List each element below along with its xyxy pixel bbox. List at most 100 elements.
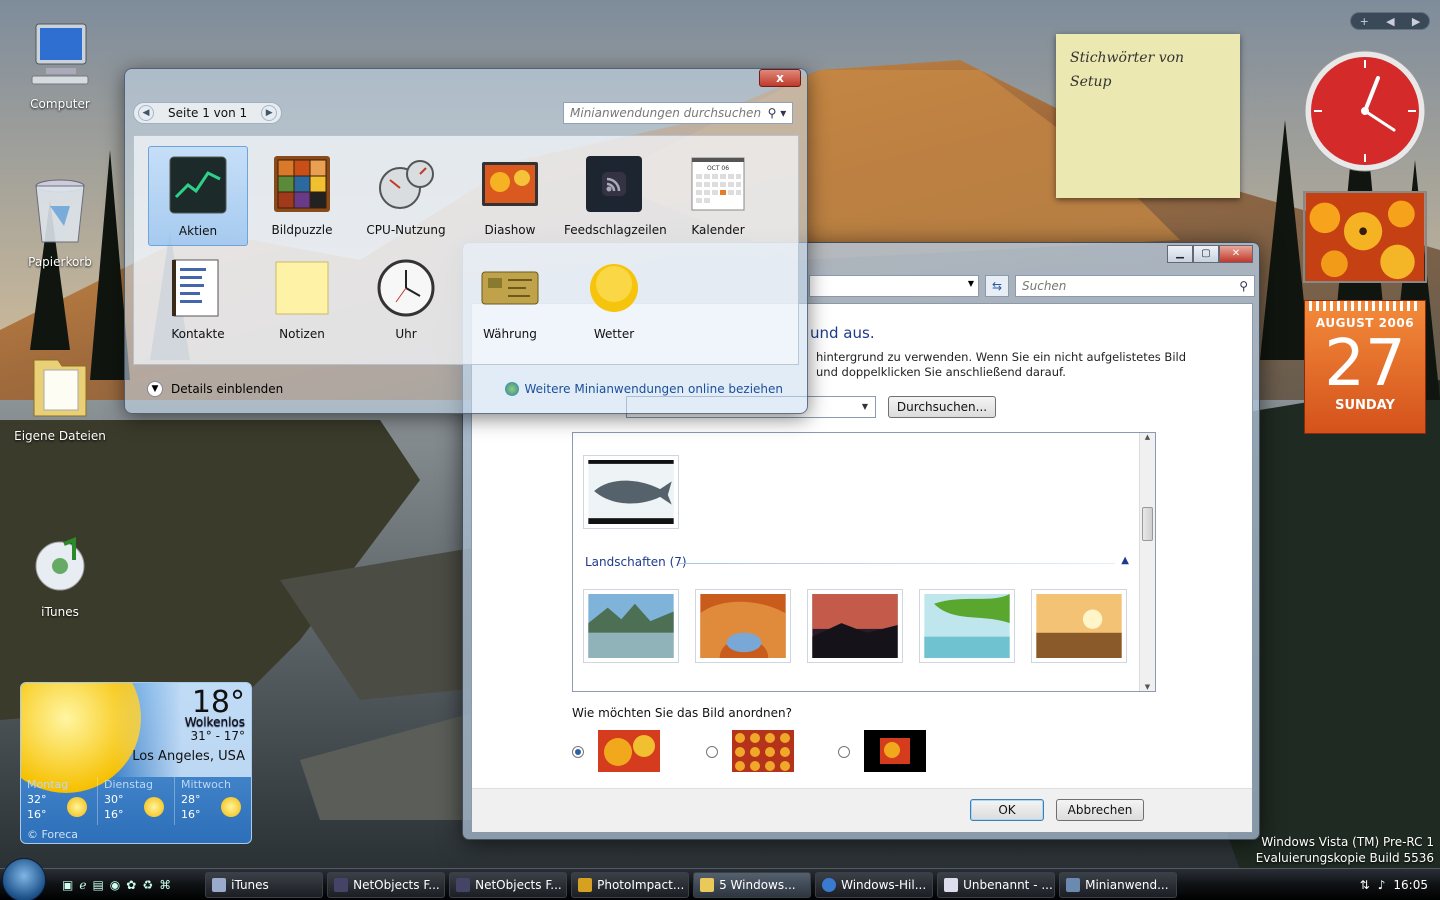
gadget-label: Währung — [483, 327, 537, 341]
netobjects-icon — [456, 877, 471, 892]
picture-puzzle-icon — [274, 156, 330, 212]
taskbar-button-netobjects-2[interactable]: NetObjects F... — [449, 871, 568, 898]
switch-windows-icon[interactable]: ▤ — [92, 878, 103, 892]
taskbar-button-netobjects-1[interactable]: NetObjects F... — [327, 871, 446, 898]
desktop-icon-label: Papierkorb — [28, 255, 92, 269]
ok-button[interactable]: OK — [970, 799, 1044, 821]
forecast-day: Montag 32° 16° — [21, 777, 98, 825]
weather-gadget[interactable]: 18° Wolkenlos 31° - 17° Los Angeles, USA… — [20, 682, 252, 844]
arrange-center-radio[interactable] — [838, 746, 850, 758]
folder-icon — [700, 877, 715, 892]
taskbar-button-photoimpact[interactable]: PhotoImpact... — [571, 871, 690, 898]
gadget-stocks[interactable]: Aktien — [148, 146, 248, 246]
globe-icon — [504, 382, 519, 396]
wallpaper-tile[interactable] — [695, 589, 791, 663]
browse-button[interactable]: Durchsuchen... — [888, 396, 996, 418]
wallpaper-list[interactable]: Landschaften (7) ▲ ▲ ▼ — [572, 432, 1156, 692]
taskbar-button-label: iTunes — [231, 877, 269, 892]
wallpaper-tile[interactable] — [1031, 589, 1127, 663]
chevron-up-icon[interactable]: ▲ — [1121, 555, 1129, 566]
network-icon[interactable]: ⌘ — [159, 878, 171, 892]
online-gadgets-link[interactable]: Weitere Minianwendungen online beziehen — [504, 382, 800, 396]
help-icon — [822, 877, 837, 892]
gadget-weather[interactable]: Wetter — [564, 250, 664, 350]
chevron-right-icon[interactable]: ▶ — [261, 105, 278, 121]
calendar-icon: OCT 06 — [691, 157, 745, 211]
clock-text[interactable]: 16:05 — [1393, 878, 1428, 892]
taskbar-button-itunes[interactable]: iTunes — [205, 871, 324, 898]
gadget-notes[interactable]: Notizen — [252, 250, 352, 350]
taskbar-button-label: NetObjects F... — [353, 877, 440, 892]
wallpaper-tile[interactable] — [583, 455, 679, 529]
desktop-icon-itunes[interactable]: iTunes — [12, 526, 108, 619]
internet-explorer-icon[interactable]: ℯ — [79, 878, 86, 892]
gadget-feed-headlines[interactable]: Feedschlagzeilen — [564, 146, 667, 246]
gadget-currency[interactable]: Währung — [460, 250, 560, 350]
group-divider — [679, 563, 1115, 564]
gadget-clock[interactable]: Uhr — [356, 250, 456, 350]
build-watermark: Windows Vista (TM) Pre-RC 1 Evaluierungs… — [1256, 834, 1434, 866]
clock-gadget[interactable] — [1302, 48, 1428, 174]
page-navigator: ◀ Seite 1 von 1 ▶ — [133, 102, 283, 124]
notepad-icon — [944, 877, 959, 892]
taskbar-button-gadgets[interactable]: Minianwend... — [1059, 871, 1178, 898]
arrange-fill-radio[interactable] — [572, 746, 584, 758]
gallery-close-button[interactable]: x — [759, 69, 801, 87]
search-input[interactable]: Suchen ⚲ — [1015, 275, 1255, 297]
next-page-icon[interactable]: ▶ — [1412, 15, 1420, 28]
slideshow-gadget[interactable] — [1303, 191, 1427, 283]
arrange-tile-radio[interactable] — [706, 746, 718, 758]
wallpaper-tile[interactable] — [583, 589, 679, 663]
arrange-fill-preview[interactable] — [598, 730, 660, 772]
gadget-label: Wetter — [593, 327, 635, 341]
prev-page-icon[interactable]: ◀ — [1386, 15, 1394, 28]
sync-icon[interactable]: ♻ — [142, 878, 153, 892]
network-status-icon[interactable]: ⇅ — [1360, 878, 1370, 892]
scroll-down-icon[interactable]: ▼ — [1140, 683, 1155, 691]
calendar-gadget[interactable]: AUGUST 2006 27 SUNDAY — [1304, 300, 1426, 434]
wallpaper-tile[interactable] — [807, 589, 903, 663]
weather-provider: © Foreca — [27, 828, 78, 841]
volume-icon[interactable]: ♪ — [1378, 878, 1386, 892]
sunset-thumbnail — [812, 594, 898, 658]
taskbar-button-help[interactable]: Windows-Hil... — [815, 871, 934, 898]
gadget-calendar[interactable]: OCT 06 Kalender — [668, 146, 768, 246]
chevron-down-icon[interactable]: ▼ — [147, 381, 163, 397]
scroll-up-icon[interactable]: ▲ — [1140, 433, 1155, 441]
gadget-picture-puzzle[interactable]: Bildpuzzle — [252, 146, 352, 246]
gadget-label: Aktien — [178, 224, 218, 238]
notes-gadget[interactable]: Stichwörter von Setup — [1056, 34, 1240, 198]
chevron-left-icon[interactable]: ◀ — [138, 105, 154, 121]
address-bar[interactable]: ▼ — [809, 275, 979, 297]
arrange-tile-preview[interactable] — [732, 730, 794, 772]
start-button[interactable] — [2, 857, 46, 900]
taskbar-button-notepad[interactable]: Unbenannt - ... — [937, 871, 1056, 898]
maximize-button[interactable]: ▢ — [1193, 245, 1219, 263]
vertical-scrollbar[interactable]: ▲ ▼ — [1139, 433, 1155, 691]
sun-icon — [221, 797, 241, 817]
add-gadget-icon[interactable]: + — [1360, 15, 1369, 28]
taskbar-button-windows-group[interactable]: 5 Windows... — [693, 871, 812, 898]
desktop-icon-my-documents[interactable]: Eigene Dateien — [12, 350, 108, 443]
group-header[interactable]: Landschaften (7) — [585, 555, 687, 569]
details-toggle[interactable]: Details einblenden — [171, 382, 283, 396]
cancel-button[interactable]: Abbrechen — [1056, 799, 1144, 821]
gadget-cpu-meter[interactable]: CPU-Nutzung — [356, 146, 456, 246]
gadgets-icon — [1066, 877, 1081, 892]
refresh-icon[interactable]: ⇆ — [985, 275, 1009, 297]
gadget-slideshow[interactable]: Diashow — [460, 146, 560, 246]
show-desktop-icon[interactable]: ▣ — [62, 878, 73, 892]
media-player-icon[interactable]: ◉ — [110, 878, 120, 892]
notes-icon — [275, 261, 329, 315]
close-button[interactable]: ✕ — [1219, 245, 1253, 263]
gadget-search-input[interactable]: Minianwendungen durchsuchen ⚲ ▾ — [563, 102, 793, 124]
arrange-center-preview[interactable] — [864, 730, 926, 772]
gadget-contacts[interactable]: Kontakte — [148, 250, 248, 350]
desktop-icon-recycle-bin[interactable]: Papierkorb — [12, 176, 108, 269]
messenger-icon[interactable]: ✿ — [126, 878, 136, 892]
desktop-icon-computer[interactable]: Computer — [12, 18, 108, 111]
wallpaper-tile[interactable] — [919, 589, 1015, 663]
minimize-button[interactable]: ▁ — [1167, 245, 1193, 263]
scroll-thumb[interactable] — [1142, 507, 1153, 541]
itunes-icon — [35, 537, 85, 591]
